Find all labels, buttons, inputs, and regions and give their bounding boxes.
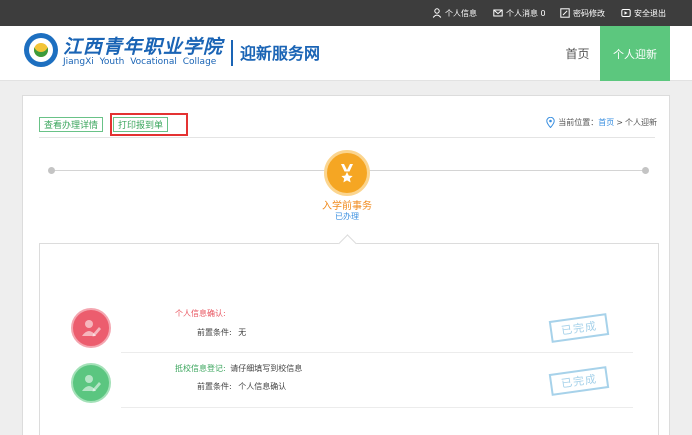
envelope-icon bbox=[493, 9, 503, 17]
step-title: 入学前事务 bbox=[322, 201, 372, 212]
step-pre-enrollment[interactable] bbox=[324, 150, 370, 196]
logo-chinese-name: 江西青年职业学院 bbox=[63, 36, 224, 58]
medal-icon bbox=[341, 164, 353, 183]
change-password-label: 密码修改 bbox=[573, 8, 605, 18]
task-separator bbox=[121, 352, 633, 353]
task-personal-info-title[interactable]: 个人信息确认: bbox=[175, 308, 226, 319]
personal-info-label: 个人信息 bbox=[445, 8, 477, 18]
nav-personal-enrollment[interactable]: 个人迎新 bbox=[600, 26, 670, 81]
highlight-box bbox=[110, 113, 188, 136]
user-icon bbox=[432, 8, 442, 18]
top-bar: 个人信息 个人消息 0 密码修改 安全退出 bbox=[0, 0, 692, 26]
toolbar-divider bbox=[39, 137, 655, 138]
edit-icon bbox=[560, 8, 570, 18]
breadcrumb: 当前位置： 首页 > 个人迎新 bbox=[546, 117, 657, 128]
messages-link[interactable]: 个人消息 0 bbox=[493, 0, 546, 26]
site-header: 江西青年职业学院 JiangXi Youth Vocational Collag… bbox=[0, 26, 692, 81]
change-password-link[interactable]: 密码修改 bbox=[560, 0, 605, 26]
condition-label: 前置条件: bbox=[197, 382, 232, 391]
breadcrumb-current: 个人迎新 bbox=[625, 118, 657, 127]
task-personal-info-icon bbox=[71, 308, 111, 348]
nav-home[interactable]: 首页 bbox=[555, 26, 600, 81]
task-arrival-info-icon bbox=[71, 363, 111, 403]
step-status: 已办理 bbox=[335, 212, 359, 221]
condition-value: 个人信息确认 bbox=[238, 382, 287, 391]
breadcrumb-prefix: 当前位置： bbox=[558, 118, 599, 127]
messages-label: 个人消息 0 bbox=[506, 8, 546, 18]
timeline-end-dot bbox=[642, 167, 649, 174]
site-name: 迎新服务网 bbox=[240, 44, 321, 63]
condition-value: 无 bbox=[238, 328, 247, 337]
user-edit-icon bbox=[82, 320, 101, 337]
task-arrival-info-note: 请仔细填写到校信息 bbox=[230, 364, 303, 373]
personal-info-link[interactable]: 个人信息 bbox=[432, 0, 477, 26]
view-details-button[interactable]: 查看办理详情 bbox=[39, 117, 104, 132]
breadcrumb-home-link[interactable]: 首页 bbox=[598, 117, 614, 128]
condition-label: 前置条件: bbox=[197, 328, 232, 337]
task-personal-info-condition: 前置条件: 无 bbox=[197, 327, 246, 338]
logo-english-name: JiangXi Youth Vocational Collage bbox=[63, 57, 217, 67]
breadcrumb-separator: > bbox=[616, 118, 623, 127]
college-emblem-logo[interactable] bbox=[24, 33, 58, 67]
logout-icon bbox=[621, 9, 631, 17]
logo-divider bbox=[231, 40, 233, 66]
location-pin-icon bbox=[546, 117, 555, 128]
main-panel: 查看办理详情 打印报到单 当前位置： 首页 > 个人迎新 入学前事务 已办理 个… bbox=[22, 95, 670, 435]
task-separator bbox=[121, 407, 633, 408]
logout-link[interactable]: 安全退出 bbox=[621, 0, 666, 26]
timeline-start-dot bbox=[48, 167, 55, 174]
task-arrival-info-condition: 前置条件: 个人信息确认 bbox=[197, 381, 286, 392]
task-arrival-info-title[interactable]: 抵校信息登记: bbox=[175, 364, 226, 373]
logout-label: 安全退出 bbox=[634, 8, 666, 18]
user-edit-icon bbox=[82, 375, 101, 392]
task-arrival-info-row: 抵校信息登记: 请仔细填写到校信息 bbox=[175, 363, 302, 374]
